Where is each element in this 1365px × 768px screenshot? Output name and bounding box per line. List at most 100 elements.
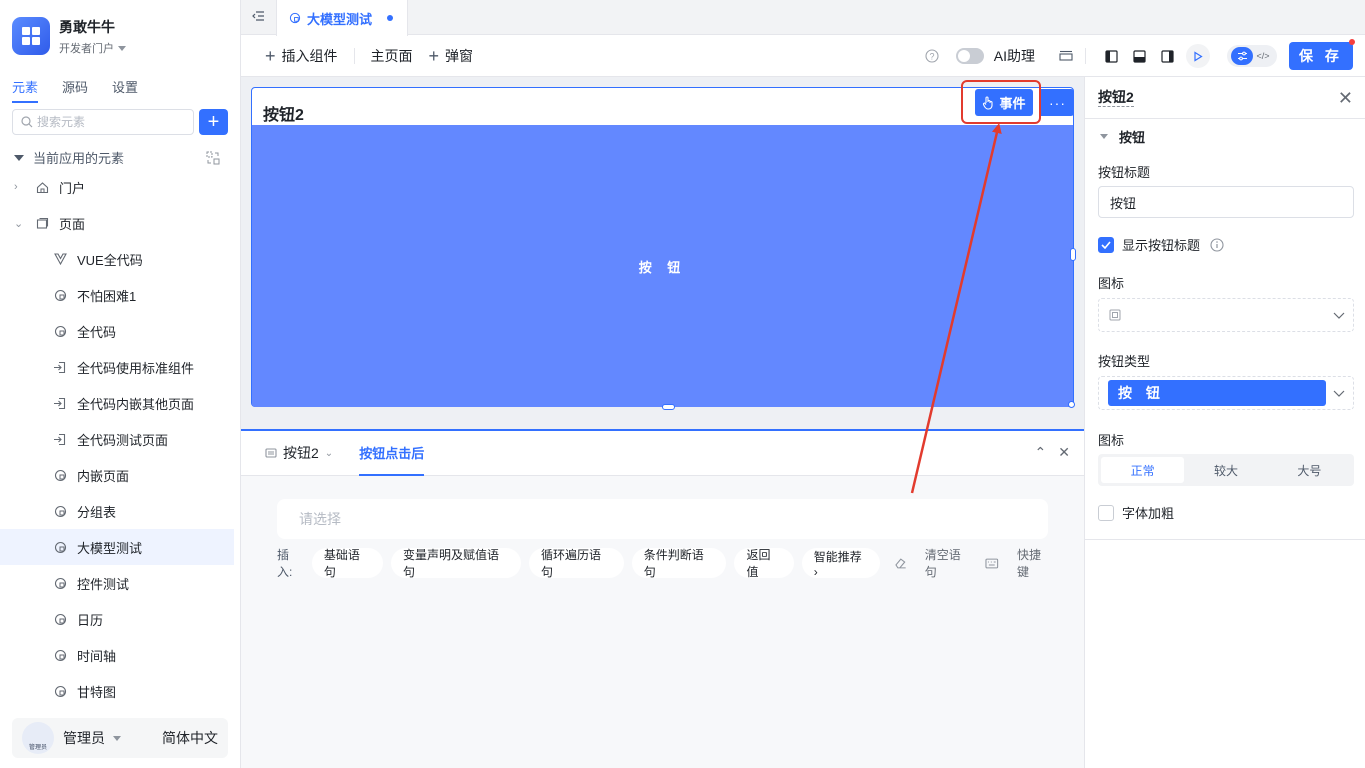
- tree-item-label: 页面: [59, 216, 86, 232]
- tree-item-page[interactable]: 甘特图: [0, 673, 240, 709]
- design-mode-icon[interactable]: [1231, 47, 1253, 65]
- tree-item-label: 时间轴: [77, 648, 117, 664]
- button-preview[interactable]: 按 钮: [252, 125, 1073, 407]
- size-option-xlarge[interactable]: 大号: [1268, 457, 1351, 483]
- tree-item-page[interactable]: 不怕困难1: [0, 277, 240, 313]
- right-panel-icon[interactable]: [1156, 45, 1178, 67]
- chevron-down-icon: [1333, 308, 1345, 323]
- layout-toggle-icon[interactable]: [1055, 45, 1077, 67]
- panel-controls: ⌃ ✕: [1023, 444, 1070, 461]
- chip-smart-recommend[interactable]: 智能推荐 ›: [801, 548, 881, 579]
- tree-item-redirect[interactable]: 全代码使用标准组件: [0, 349, 240, 385]
- popup-button[interactable]: + 弹窗: [429, 46, 474, 66]
- chip-condition-statement[interactable]: 条件判断语句: [631, 548, 727, 579]
- tab-active-page[interactable]: 大模型测试: [276, 0, 408, 36]
- icon-label: 图标: [1098, 276, 1125, 291]
- chip-basic-statement[interactable]: 基础语句: [311, 548, 383, 579]
- resize-handle-right[interactable]: [1070, 248, 1076, 261]
- tree-item-page-active[interactable]: 大模型测试: [0, 529, 234, 565]
- size-option-large[interactable]: 较大: [1184, 457, 1267, 483]
- help-icon[interactable]: ?: [925, 49, 939, 63]
- page-icon: [52, 287, 68, 303]
- tab-source[interactable]: 源码: [62, 77, 88, 103]
- chevron-down-icon[interactable]: ⌄: [14, 217, 24, 230]
- search-icon: [21, 116, 33, 128]
- tree-item-label: 甘特图: [77, 684, 117, 700]
- component-name: 按钮2: [283, 445, 319, 461]
- tree-item-vue-full-code[interactable]: VUE全代码: [0, 241, 240, 277]
- save-button[interactable]: 保 存: [1289, 39, 1355, 70]
- shortcuts-button[interactable]: 快捷键: [985, 546, 1052, 580]
- tree-item-page[interactable]: 时间轴: [0, 637, 240, 673]
- action-select[interactable]: 请选择: [277, 499, 1048, 539]
- page-icon: [52, 323, 68, 339]
- tab-elements[interactable]: 元素: [12, 77, 39, 103]
- info-icon[interactable]: [1210, 237, 1224, 252]
- tree-item-portal[interactable]: › 门户: [0, 169, 240, 205]
- avatar[interactable]: 管理员: [22, 722, 54, 754]
- collapse-panel-icon[interactable]: ⌃: [1035, 444, 1047, 461]
- tree-item-label: 全代码: [77, 324, 117, 340]
- chip-loop-statement[interactable]: 循环遍历语句: [529, 548, 624, 579]
- element-search: [12, 109, 194, 135]
- search-input[interactable]: [37, 115, 177, 129]
- tree-item-page[interactable]: 分组表: [0, 493, 240, 529]
- main-page-button[interactable]: 主页面: [371, 46, 413, 66]
- collapse-all-icon[interactable]: [206, 151, 220, 165]
- bottom-panel-icon[interactable]: [1128, 45, 1150, 67]
- tree-item-page[interactable]: 全代码: [0, 313, 240, 349]
- chip-variable-statement[interactable]: 变量声明及赋值语句: [390, 548, 522, 579]
- more-options-button[interactable]: ···: [1041, 89, 1074, 116]
- caret-down-icon[interactable]: [113, 735, 121, 741]
- ai-assistant-toggle[interactable]: [955, 48, 984, 64]
- user-name[interactable]: 管理员: [63, 728, 105, 748]
- component-title[interactable]: 按钮2: [1098, 88, 1134, 107]
- language-switcher[interactable]: 简体中文: [162, 728, 218, 748]
- chevron-down-icon: [1333, 386, 1345, 401]
- portal-switcher[interactable]: 开发者门户: [59, 40, 126, 56]
- left-panel-icon[interactable]: [1100, 45, 1122, 67]
- bold-checkbox[interactable]: [1098, 504, 1114, 521]
- tree-item-redirect[interactable]: 全代码内嵌其他页面: [0, 385, 240, 421]
- insert-component-button[interactable]: + 插入组件: [265, 46, 338, 66]
- page-icon: [52, 539, 68, 555]
- tab-settings[interactable]: 设置: [112, 77, 138, 103]
- button-title-input[interactable]: 按钮: [1098, 186, 1354, 218]
- close-icon[interactable]: ✕: [1338, 88, 1353, 109]
- button-section-header[interactable]: 按钮: [1100, 127, 1145, 146]
- tree-item-redirect[interactable]: 全代码测试页面: [0, 421, 240, 457]
- add-element-button[interactable]: +: [199, 109, 228, 135]
- icon-select[interactable]: [1098, 298, 1354, 332]
- event-panel: 按钮2 ⌄ 按钮点击后 ⌃ ✕ 请选择 插入: 基础语句 变量声明及赋值语句 循…: [241, 429, 1084, 768]
- tree-item-pages[interactable]: ⌄ 页面: [0, 205, 240, 241]
- close-panel-icon[interactable]: ✕: [1058, 444, 1070, 461]
- component-selector[interactable]: 按钮2 ⌄: [265, 443, 333, 463]
- tree-item-page[interactable]: 内嵌页面: [0, 457, 240, 493]
- tab-on-click[interactable]: 按钮点击后: [359, 431, 425, 476]
- button-type-select[interactable]: 按 钮: [1098, 376, 1354, 410]
- clear-statements-button[interactable]: 清空语句: [894, 546, 971, 580]
- eraser-icon: [895, 558, 906, 569]
- section-divider: [1085, 539, 1365, 540]
- resize-handle-bottom[interactable]: [662, 404, 675, 410]
- current-app-elements-header[interactable]: 当前应用的元素: [14, 148, 220, 167]
- annotation-highlight-box: [961, 80, 1041, 124]
- size-segmented-control: 正常 较大 大号: [1098, 454, 1354, 486]
- tree-item-page[interactable]: 控件测试: [0, 565, 240, 601]
- portal-label: 开发者门户: [59, 43, 114, 55]
- button-widget[interactable]: 按钮2 按 钮 事件 ···: [251, 80, 1076, 410]
- page-icon: [52, 503, 68, 519]
- page-icon: [52, 683, 68, 699]
- insert-toolbar: 插入: 基础语句 变量声明及赋值语句 循环遍历语句 条件判断语句 返回值 智能推…: [277, 547, 1052, 579]
- bold-label: 字体加粗: [1122, 506, 1175, 521]
- chip-return-value[interactable]: 返回值: [734, 548, 794, 579]
- show-title-checkbox[interactable]: [1098, 236, 1114, 253]
- collapse-sidebar-icon[interactable]: [251, 9, 265, 23]
- page-icon: [289, 12, 301, 24]
- tree-item-page[interactable]: 日历: [0, 601, 240, 637]
- code-mode-icon[interactable]: </>: [1253, 47, 1273, 65]
- chevron-right-icon[interactable]: ›: [14, 181, 24, 193]
- preview-play-icon[interactable]: [1186, 44, 1210, 68]
- resize-handle-corner[interactable]: [1068, 401, 1075, 408]
- size-option-normal[interactable]: 正常: [1101, 457, 1185, 483]
